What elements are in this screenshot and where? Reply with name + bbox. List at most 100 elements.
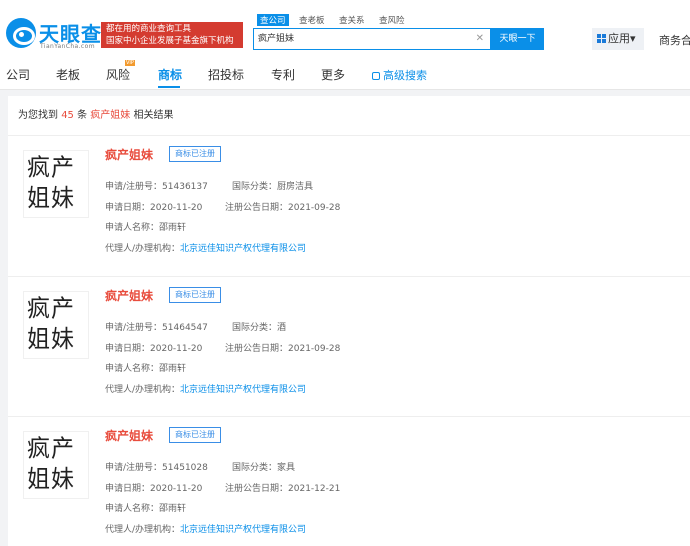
intl-class-label: 国际分类： — [232, 182, 278, 192]
agent-link[interactable]: 北京远佳知识产权代理有限公司 — [180, 244, 306, 254]
reg-no-row: 申请/注册号：51451028 — [105, 460, 208, 473]
eye-logo-icon — [6, 18, 36, 48]
intl-class-label: 国际分类： — [232, 463, 278, 473]
search-tab-company[interactable]: 查公司 — [257, 14, 289, 26]
apply-date-row: 申请日期：2020-11-20 — [105, 481, 202, 494]
category-nav: 公司 老板 风险 商标 招投标 专利 更多 高级搜索 — [0, 62, 690, 88]
pub-date-value: 2021-09-28 — [288, 203, 341, 213]
trademark-image[interactable]: 疯产姐妹 — [23, 291, 89, 359]
agent-row: 代理人/办理机构：北京远佳知识产权代理有限公司 — [105, 382, 306, 395]
status-badge: 商标已注册 — [169, 146, 221, 162]
nav-tab-boss[interactable]: 老板 — [56, 66, 80, 83]
trademark-card: 疯产姐妹 疯产姐妹 商标已注册 申请/注册号：51464547 国际分类：酒 申… — [8, 276, 690, 411]
pub-date-label: 注册公告日期： — [225, 344, 289, 354]
advanced-search-icon — [372, 72, 380, 80]
apps-button[interactable]: 应用▾ — [592, 28, 644, 50]
grid-icon — [597, 34, 606, 43]
intl-class-row: 国际分类：酒 — [232, 320, 286, 333]
apply-date-label: 申请日期： — [105, 484, 151, 494]
agent-link[interactable]: 北京远佳知识产权代理有限公司 — [180, 525, 306, 535]
intl-class-row: 国际分类：厨房洁具 — [232, 179, 313, 192]
reg-no-label: 申请/注册号： — [105, 463, 163, 473]
nav-tab-trademark[interactable]: 商标 — [158, 66, 182, 83]
agent-row: 代理人/办理机构：北京远佳知识产权代理有限公司 — [105, 241, 306, 254]
pub-date-row: 注册公告日期：2021-09-28 — [225, 200, 340, 213]
reg-no-label: 申请/注册号： — [105, 323, 163, 333]
summary-suffix: 相关结果 — [133, 110, 174, 121]
search-tab-boss[interactable]: 查老板 — [299, 14, 325, 26]
agent-row: 代理人/办理机构：北京远佳知识产权代理有限公司 — [105, 522, 306, 535]
intl-class-value: 厨房洁具 — [277, 182, 314, 192]
intl-class-row: 国际分类：家具 — [232, 460, 295, 473]
trademark-name-link[interactable]: 疯产姐妹 — [105, 427, 153, 444]
logo-subtitle: TianYanCha.com — [40, 43, 95, 50]
apply-date-label: 申请日期： — [105, 344, 151, 354]
apply-date-value: 2020-11-20 — [150, 344, 203, 354]
reg-no-value: 51464547 — [162, 323, 208, 333]
reg-no-label: 申请/注册号： — [105, 182, 163, 192]
results-panel: 为您找到 45 条 疯产姐妹 相关结果 疯产姐妹 疯产姐妹 商标已注册 申请/注… — [8, 96, 690, 546]
pub-date-row: 注册公告日期：2021-09-28 — [225, 341, 340, 354]
summary-prefix: 为您找到 — [18, 110, 58, 121]
trademark-image-text: 疯产姐妹 — [27, 154, 75, 213]
agent-label: 代理人/办理机构： — [105, 244, 181, 254]
nav-tab-more[interactable]: 更多 — [321, 66, 345, 83]
intl-class-value: 家具 — [277, 463, 296, 473]
slogan-banner: 都在用的商业查询工具 国家中小企业发展子基金旗下机构 — [101, 22, 243, 48]
apply-date-value: 2020-11-20 — [150, 203, 203, 213]
search-button[interactable]: 天眼一下 — [491, 28, 544, 50]
nav-tab-bidding[interactable]: 招投标 — [208, 66, 244, 83]
trademark-name-link[interactable]: 疯产姐妹 — [105, 146, 153, 163]
applicant-value: 邵雨轩 — [159, 223, 187, 233]
pub-date-label: 注册公告日期： — [225, 203, 289, 213]
applicant-label: 申请人名称： — [105, 223, 160, 233]
advanced-search-link[interactable]: 高级搜索 — [372, 67, 427, 83]
pub-date-label: 注册公告日期： — [225, 484, 289, 494]
trademark-image[interactable]: 疯产姐妹 — [23, 431, 89, 499]
trademark-image-text: 疯产姐妹 — [27, 435, 75, 494]
pub-date-value: 2021-09-28 — [288, 344, 341, 354]
applicant-label: 申请人名称： — [105, 364, 160, 374]
apps-button-label: 应用▾ — [608, 32, 636, 45]
nav-tab-risk[interactable]: 风险 — [106, 66, 130, 83]
trademark-image[interactable]: 疯产姐妹 — [23, 150, 89, 218]
search-input[interactable]: 疯产姐妹 ✕ — [253, 28, 491, 50]
applicant-value: 邵雨轩 — [159, 504, 187, 514]
business-cooperation-link[interactable]: 商务合作 — [659, 32, 690, 48]
apply-date-row: 申请日期：2020-11-20 — [105, 200, 202, 213]
apply-date-label: 申请日期： — [105, 203, 151, 213]
intl-class-label: 国际分类： — [232, 323, 278, 333]
slogan-line-2: 国家中小企业发展子基金旗下机构 — [106, 36, 234, 46]
applicant-label: 申请人名称： — [105, 504, 160, 514]
vip-badge: VIP — [125, 60, 135, 66]
result-summary: 为您找到 45 条 疯产姐妹 相关结果 — [18, 106, 173, 121]
clear-icon[interactable]: ✕ — [476, 29, 484, 49]
pub-date-value: 2021-12-21 — [288, 484, 341, 494]
search-input-value: 疯产姐妹 — [258, 34, 295, 44]
search-tab-relation[interactable]: 查关系 — [339, 14, 365, 26]
search-tab-risk[interactable]: 查风险 — [379, 14, 405, 26]
agent-label: 代理人/办理机构： — [105, 525, 181, 535]
agent-label: 代理人/办理机构： — [105, 385, 181, 395]
reg-no-row: 申请/注册号：51464547 — [105, 320, 208, 333]
apply-date-value: 2020-11-20 — [150, 484, 203, 494]
pub-date-row: 注册公告日期：2021-12-21 — [225, 481, 340, 494]
applicant-value: 邵雨轩 — [159, 364, 187, 374]
trademark-card: 疯产姐妹 疯产姐妹 商标已注册 申请/注册号：51451028 国际分类：家具 … — [8, 416, 690, 546]
summary-unit: 条 — [77, 110, 88, 121]
apply-date-row: 申请日期：2020-11-20 — [105, 341, 202, 354]
status-badge: 商标已注册 — [169, 287, 221, 303]
advanced-search-label: 高级搜索 — [383, 69, 427, 82]
active-tab-indicator — [158, 86, 180, 88]
nav-tab-company[interactable]: 公司 — [6, 66, 30, 83]
trademark-image-text: 疯产姐妹 — [27, 295, 75, 354]
applicant-row: 申请人名称：邵雨轩 — [105, 220, 186, 233]
slogan-line-1: 都在用的商业查询工具 — [106, 24, 192, 34]
trademark-name-link[interactable]: 疯产姐妹 — [105, 287, 153, 304]
nav-tab-patent[interactable]: 专利 — [271, 66, 295, 83]
status-badge: 商标已注册 — [169, 427, 221, 443]
search-keyword: 疯产姐妹 — [90, 110, 131, 121]
site-logo[interactable]: 天眼查 TianYanCha.com — [6, 14, 101, 52]
agent-link[interactable]: 北京远佳知识产权代理有限公司 — [180, 385, 306, 395]
applicant-row: 申请人名称：邵雨轩 — [105, 501, 186, 514]
